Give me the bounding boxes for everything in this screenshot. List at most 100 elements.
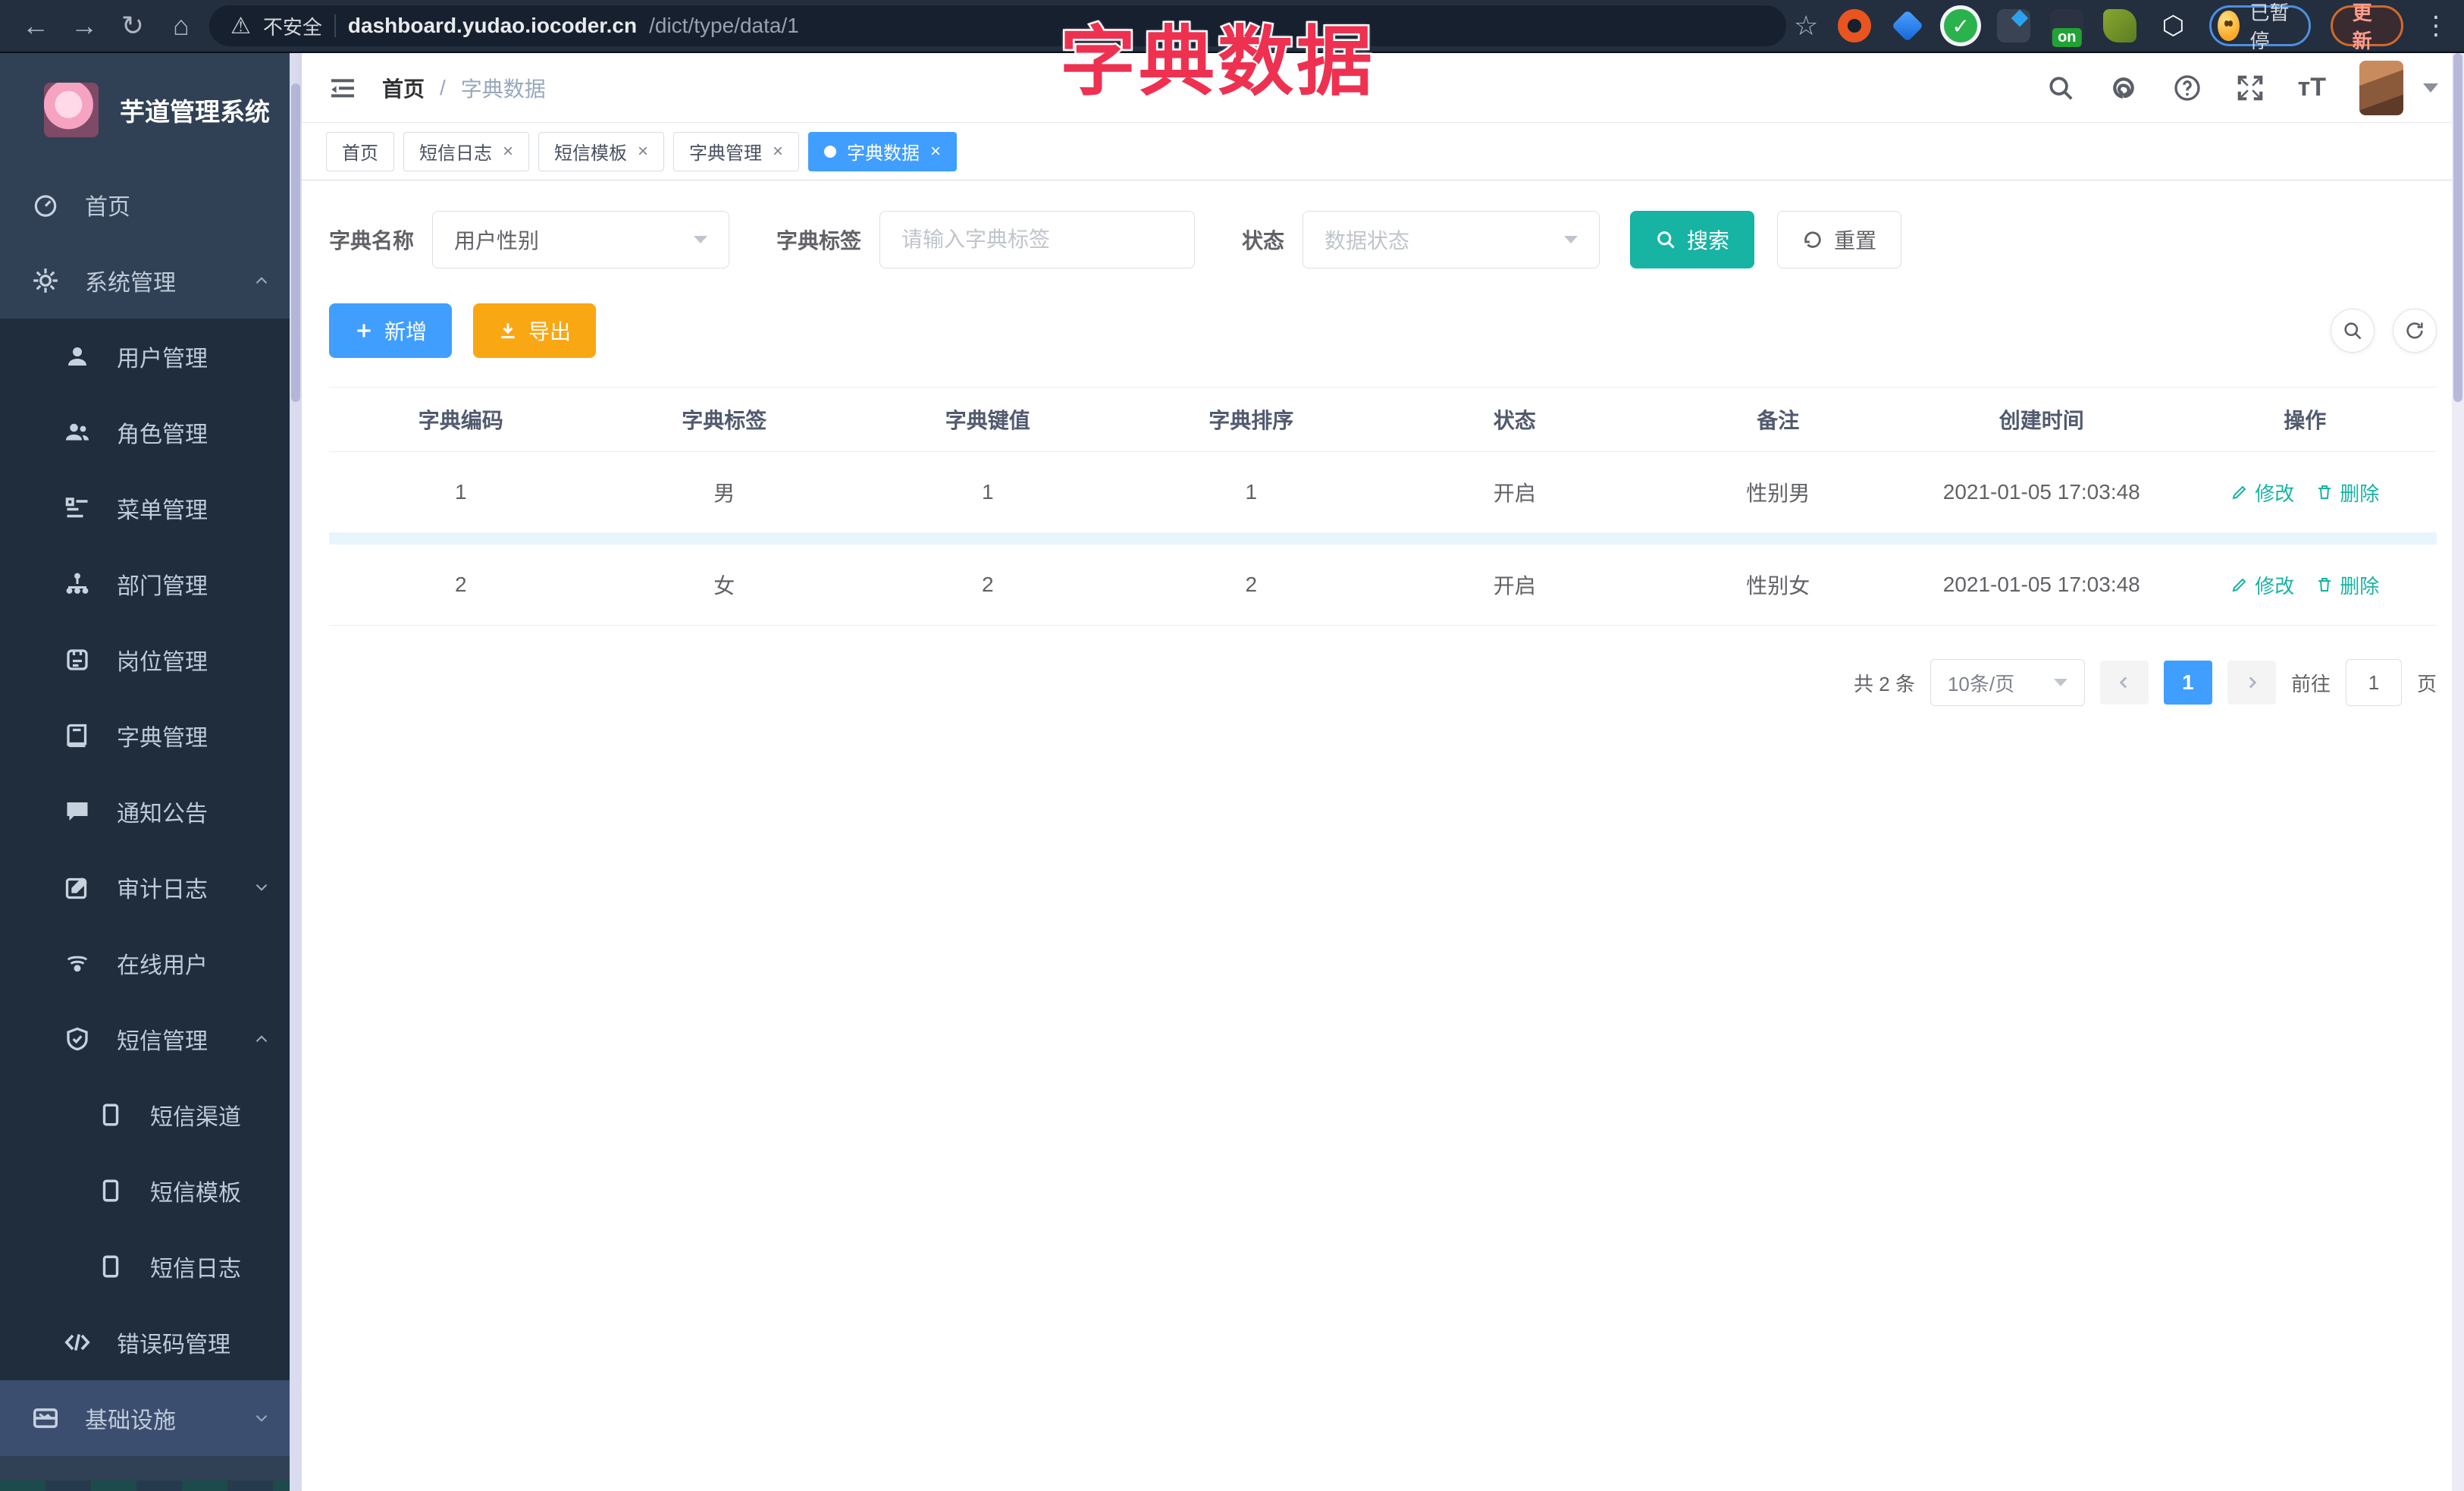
extension-icon-green-check[interactable]: ✓ bbox=[1944, 9, 1978, 42]
sidebar: 芋道管理系统 首页 系统管理 用户管理 角色管理 菜单管理 部门管理 岗位管理 … bbox=[0, 53, 302, 1491]
cell-code: 2 bbox=[454, 573, 467, 596]
extensions-puzzle-icon[interactable]: ⬡ bbox=[2156, 9, 2190, 42]
tag-sms-log[interactable]: 短信日志 × bbox=[403, 131, 530, 171]
page-number-1[interactable]: 1 bbox=[2163, 661, 2212, 705]
sidebar-item-system[interactable]: 系统管理 bbox=[0, 243, 302, 319]
sidebar-item-sms-template[interactable]: 短信模板 bbox=[0, 1153, 302, 1229]
row-hover-band bbox=[329, 532, 2437, 545]
search-button[interactable]: 搜索 bbox=[1630, 211, 1755, 268]
sidebar-item-error-codes[interactable]: 错误码管理 bbox=[0, 1304, 302, 1380]
browser-back-button[interactable]: ← bbox=[15, 5, 56, 46]
extension-icon-orange[interactable] bbox=[1838, 9, 1872, 42]
status-select[interactable]: 数据状态 bbox=[1303, 211, 1600, 268]
sidebar-item-audit-log[interactable]: 审计日志 bbox=[0, 849, 302, 925]
tag-sms-template[interactable]: 短信模板 × bbox=[538, 131, 665, 171]
goto-page-input[interactable] bbox=[2345, 659, 2402, 706]
sidebar-item-online-users[interactable]: 在线用户 bbox=[0, 925, 302, 1001]
browser-home-button[interactable]: ⌂ bbox=[161, 5, 202, 46]
window-scrollbar[interactable] bbox=[2452, 53, 2464, 1491]
browser-menu-icon[interactable]: ⋮ bbox=[2423, 11, 2449, 41]
tags-bar: 首页 短信日志 × 短信模板 × 字典管理 × 字典数据 × bbox=[302, 123, 2464, 180]
close-icon[interactable]: × bbox=[638, 141, 648, 162]
page-size-select[interactable]: 10条/页 bbox=[1930, 659, 2085, 706]
window-scrollbar-thumb[interactable] bbox=[2453, 53, 2462, 402]
org-tree-icon bbox=[61, 570, 94, 598]
navbar-actions: ᴛT bbox=[2046, 60, 2438, 115]
sidebar-item-users[interactable]: 用户管理 bbox=[0, 319, 302, 394]
sidebar-item-infrastructure[interactable]: 基础设施 bbox=[0, 1380, 302, 1456]
close-icon[interactable]: × bbox=[503, 141, 513, 162]
sidebar-item-label: 系统管理 bbox=[85, 271, 176, 296]
tag-label: 短信日志 bbox=[419, 143, 492, 164]
font-size-icon[interactable]: ᴛT bbox=[2298, 73, 2326, 102]
sidebar-logo[interactable]: 芋道管理系统 bbox=[0, 53, 302, 167]
breadcrumb-home[interactable]: 首页 bbox=[382, 73, 425, 103]
github-icon[interactable] bbox=[2108, 73, 2139, 103]
cell-sort: 2 bbox=[1245, 573, 1258, 596]
sidebar-item-notice[interactable]: 通知公告 bbox=[0, 774, 302, 849]
help-icon[interactable] bbox=[2172, 73, 2202, 103]
sidebar-item-menus[interactable]: 菜单管理 bbox=[0, 470, 302, 546]
browser-forward-button[interactable]: → bbox=[64, 5, 105, 46]
dict-name-select[interactable]: 用户性别 bbox=[432, 211, 730, 268]
delete-link[interactable]: 删除 bbox=[2315, 571, 2379, 599]
status-placeholder: 数据状态 bbox=[1324, 229, 1410, 253]
profile-paused-badge[interactable]: 已暂停 bbox=[2209, 2, 2311, 52]
sidebar-item-dict[interactable]: 字典管理 bbox=[0, 698, 302, 774]
edit-link[interactable]: 修改 bbox=[2230, 571, 2294, 599]
sidebar-scrollbar[interactable] bbox=[290, 53, 302, 1491]
extension-icon-proxy[interactable]: on bbox=[2050, 9, 2084, 47]
sidebar-item-roles[interactable]: 角色管理 bbox=[0, 394, 302, 470]
edit-link[interactable]: 修改 bbox=[2230, 479, 2294, 507]
tag-home[interactable]: 首页 bbox=[326, 131, 394, 171]
header-search-icon[interactable] bbox=[2046, 74, 2075, 102]
sidebar-item-label: 审计日志 bbox=[117, 877, 208, 902]
browser-reload-button[interactable]: ↻ bbox=[112, 5, 153, 46]
fullscreen-icon[interactable] bbox=[2236, 74, 2265, 102]
sidebar-scrollbar-thumb[interactable] bbox=[291, 83, 300, 402]
browser-update-button[interactable]: 更新 bbox=[2330, 2, 2403, 52]
tag-dict-data-active[interactable]: 字典数据 × bbox=[808, 131, 958, 171]
sidebar-item-label: 岗位管理 bbox=[117, 650, 208, 675]
extension-icon-leaf[interactable] bbox=[2103, 9, 2137, 42]
table-mini-actions bbox=[2331, 309, 2437, 353]
dict-tag-input[interactable] bbox=[901, 228, 1174, 252]
pagination: 共 2 条 10条/页 1 前往 页 bbox=[329, 659, 2437, 706]
delete-link[interactable]: 删除 bbox=[2315, 479, 2379, 507]
add-button[interactable]: 新增 bbox=[329, 303, 453, 358]
total-count: 共 2 条 bbox=[1854, 672, 1915, 695]
bookmark-star-icon[interactable]: ☆ bbox=[1794, 10, 1818, 42]
dict-name-value: 用户性别 bbox=[454, 229, 540, 253]
address-bar[interactable]: ⚠ 不安全 dashboard.yudao.iocoder.cn /dict/t… bbox=[209, 5, 1786, 46]
sidebar-item-sms-log[interactable]: 短信日志 bbox=[0, 1229, 302, 1304]
avatar-caret-icon[interactable] bbox=[2423, 83, 2438, 93]
sidebar-item-departments[interactable]: 部门管理 bbox=[0, 546, 302, 622]
close-icon[interactable]: × bbox=[930, 141, 941, 162]
cell-created: 2021-01-05 17:03:48 bbox=[1942, 573, 2140, 596]
extension-icon-sliders[interactable] bbox=[1997, 9, 2031, 42]
toggle-search-button[interactable] bbox=[2331, 309, 2375, 353]
sidebar-item-home[interactable]: 首页 bbox=[0, 167, 302, 243]
refresh-button[interactable] bbox=[2393, 309, 2437, 353]
close-icon[interactable]: × bbox=[773, 141, 783, 162]
prev-page-button[interactable] bbox=[2099, 661, 2149, 705]
reset-button[interactable]: 重置 bbox=[1777, 211, 1902, 268]
on-badge: on bbox=[2052, 28, 2082, 47]
export-button[interactable]: 导出 bbox=[473, 303, 597, 358]
hamburger-icon[interactable] bbox=[328, 73, 358, 103]
tag-dict-manage[interactable]: 字典管理 × bbox=[673, 131, 800, 171]
menu-list-icon bbox=[61, 494, 94, 522]
user-avatar[interactable] bbox=[2359, 60, 2403, 115]
sidebar-item-sms[interactable]: 短信管理 bbox=[0, 1001, 302, 1077]
cell-sort: 1 bbox=[1245, 480, 1258, 504]
next-page-button[interactable] bbox=[2227, 661, 2276, 705]
cell-remark: 性别女 bbox=[1746, 574, 1810, 598]
sidebar-item-sms-channel[interactable]: 短信渠道 bbox=[0, 1077, 302, 1153]
col-header: 状态 bbox=[1493, 409, 1536, 432]
extension-icon-blue-gem[interactable] bbox=[1891, 9, 1924, 42]
tag-label: 字典管理 bbox=[689, 143, 763, 164]
sidebar-item-posts[interactable]: 岗位管理 bbox=[0, 622, 302, 698]
col-header: 操作 bbox=[2284, 409, 2327, 432]
chevron-down-icon bbox=[1564, 236, 1578, 243]
not-secure-label[interactable]: 不安全 bbox=[263, 12, 322, 40]
